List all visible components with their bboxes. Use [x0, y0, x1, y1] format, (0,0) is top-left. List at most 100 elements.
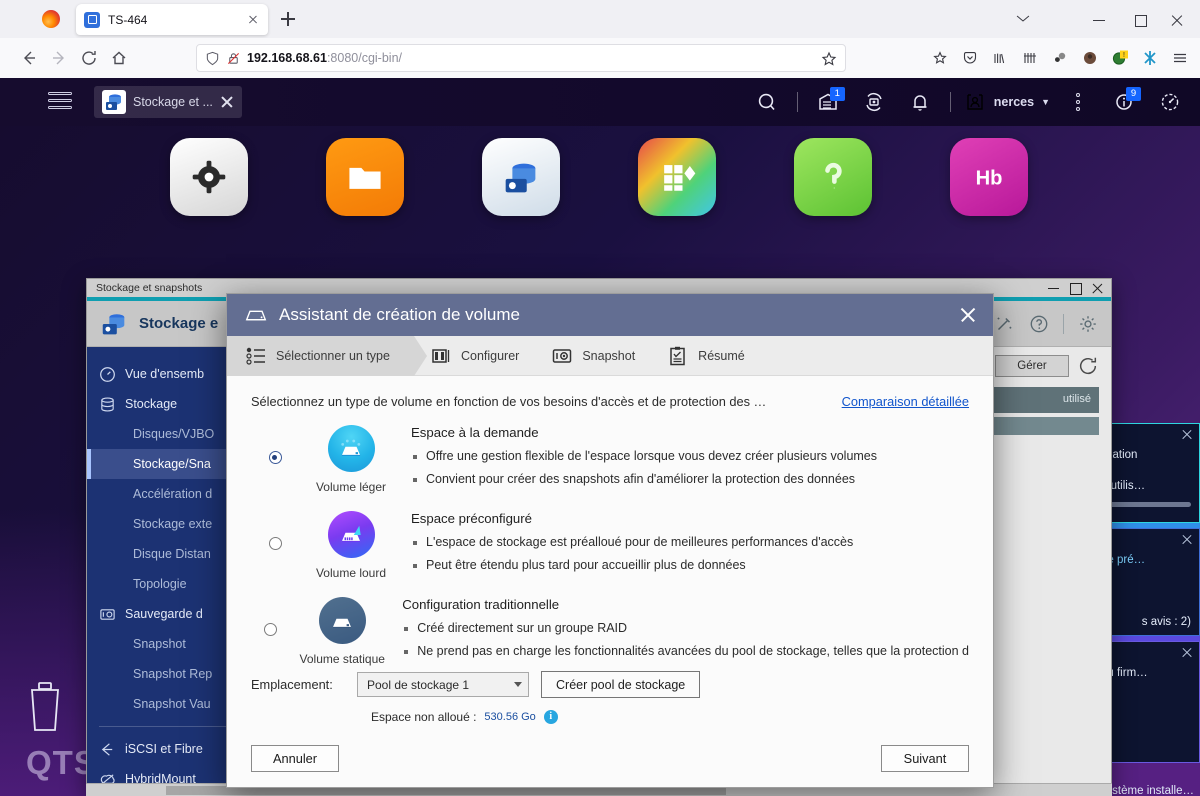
notification-text: allation [1101, 449, 1138, 461]
info-icon[interactable]: i [543, 710, 558, 724]
wizard-wand-icon[interactable] [993, 313, 1015, 335]
home-icon[interactable] [104, 43, 134, 73]
helpdesk-icon[interactable] [794, 138, 872, 216]
trash-icon[interactable] [24, 678, 66, 734]
radio-volume-leger[interactable] [268, 451, 282, 464]
backup-sync-icon[interactable] [852, 78, 896, 126]
storage-snapshots-icon[interactable] [482, 138, 560, 216]
close-icon[interactable] [1166, 9, 1188, 31]
volume-type-option-thick[interactable]: Volume lourd Espace préconfiguré L'espac… [251, 511, 969, 581]
wizard-step-snapshot[interactable]: Snapshot [535, 336, 651, 376]
sidebar-item-label: Stockage [125, 397, 178, 411]
hamburger-icon[interactable] [48, 92, 72, 112]
bookmark-star-icon[interactable] [926, 44, 954, 72]
app-center-icon[interactable] [638, 138, 716, 216]
next-button[interactable]: Suivant [881, 744, 969, 772]
wizard-step-label: Configurer [460, 348, 520, 363]
info-circle-icon[interactable]: 9 [1102, 78, 1146, 126]
snapshot-icon [99, 606, 116, 623]
settings-gear-icon[interactable] [1077, 313, 1099, 335]
globe-warning-icon[interactable]: ! [1106, 44, 1134, 72]
radio-volume-lourd[interactable] [268, 537, 282, 550]
svg-text:!: ! [1123, 52, 1125, 59]
divider [949, 92, 951, 112]
maximize-icon[interactable] [1129, 9, 1151, 31]
unallocated-value: 530.56 Go [484, 711, 536, 723]
close-icon[interactable] [1181, 534, 1193, 546]
close-icon[interactable] [957, 304, 979, 326]
refresh-icon[interactable] [1077, 355, 1099, 377]
molecule-icon[interactable] [1046, 44, 1074, 72]
close-icon[interactable] [244, 11, 262, 29]
volume-type-heading: Espace à la demande [411, 425, 539, 440]
volume-type-bullet: Peut être étendu plus tard pour accueill… [411, 558, 969, 572]
url-text: 192.168.68.61:8080/cgi-bin/ [247, 51, 403, 65]
pocket-icon[interactable] [956, 44, 984, 72]
bell-icon[interactable] [898, 78, 942, 126]
summary-clipboard-icon [667, 345, 689, 367]
radio-volume-statique[interactable] [264, 623, 278, 636]
control-panel-icon[interactable] [170, 138, 248, 216]
minimize-icon[interactable] [1088, 9, 1110, 31]
create-storage-pool-button[interactable]: Créer pool de stockage [541, 671, 701, 698]
browser-tab-title: TS-464 [108, 12, 148, 27]
puzzle-icon[interactable] [1136, 44, 1164, 72]
storage-pool-select[interactable]: Pool de stockage 1 [357, 672, 529, 697]
chevron-down-icon[interactable] [1012, 9, 1034, 31]
file-station-icon[interactable] [326, 138, 404, 216]
user-menu[interactable]: nerces ▼ [959, 90, 1054, 114]
reload-icon[interactable] [74, 43, 104, 73]
wizard-step-select-type[interactable]: Sélectionner un type [227, 335, 427, 376]
avatar-icon[interactable] [1076, 44, 1104, 72]
usage-label: utilisé [1062, 393, 1091, 405]
new-tab-button[interactable] [278, 9, 298, 29]
notification-text: du firm… [1101, 667, 1148, 679]
sidebar-item-label: Disques/VJBO [133, 427, 215, 441]
wizard-intro-row: Sélectionnez un type de volume en foncti… [251, 394, 969, 409]
help-circle-icon[interactable] [1028, 313, 1050, 335]
storage-icon [99, 396, 116, 413]
close-icon[interactable] [220, 95, 234, 109]
menu-icon[interactable] [1166, 44, 1194, 72]
shield-icon [206, 51, 219, 65]
hbs-icon[interactable]: Hb [950, 138, 1028, 216]
close-icon[interactable] [1181, 429, 1193, 441]
maximize-icon[interactable] [1070, 282, 1082, 295]
back-arrow-icon[interactable] [14, 43, 44, 73]
browser-tab[interactable]: TS-464 [76, 4, 268, 35]
caret-down-icon [514, 682, 522, 687]
wizard-step-label: Sélectionner un type [276, 348, 390, 363]
close-icon[interactable] [1092, 283, 1103, 294]
files-icon[interactable]: 1 [806, 78, 850, 126]
browser-extensions: ! [926, 44, 1194, 72]
divider [796, 92, 798, 112]
wizard-step-configure[interactable]: Configurer [414, 336, 535, 376]
forward-arrow-icon[interactable] [44, 43, 74, 73]
location-row: Emplacement: Pool de stockage 1 Créer po… [251, 671, 969, 698]
notification-text: de pré… [1101, 554, 1146, 566]
volume-type-option-static[interactable]: Volume statique Configuration traditionn… [251, 597, 969, 667]
ruler-icon[interactable] [1016, 44, 1044, 72]
qts-topbar: Stockage et ... 1 nerces ▼ 9 [0, 78, 1200, 126]
library-icon[interactable] [986, 44, 1014, 72]
sidebar-item-label: Stockage exte [133, 517, 213, 531]
minimize-icon[interactable] [1048, 283, 1059, 294]
volume-type-name: Volume léger [315, 480, 387, 494]
search-icon[interactable] [745, 78, 789, 126]
detailed-comparison-link[interactable]: Comparaison détaillée [842, 394, 969, 409]
sidebar-item-label: Sauvegarde d [125, 607, 203, 621]
close-icon[interactable] [1181, 647, 1193, 659]
volume-type-option-thin[interactable]: Volume léger Espace à la demande Offre u… [251, 425, 969, 495]
sidebar-item-label: Disque Distan [133, 547, 211, 561]
more-vertical-icon[interactable] [1056, 78, 1100, 126]
manage-button[interactable]: Gérer [995, 355, 1069, 377]
storage-app-icon [99, 309, 129, 339]
address-bar[interactable]: 192.168.68.61:8080/cgi-bin/ [196, 44, 846, 72]
qts-taskbar-tab-storage[interactable]: Stockage et ... [94, 86, 242, 118]
wizard-step-summary[interactable]: Résumé [651, 336, 761, 376]
cancel-button[interactable]: Annuler [251, 744, 339, 772]
volume-type-bullet: Créé directement sur un groupe RAID [402, 621, 969, 635]
dashboard-gauge-icon[interactable] [1148, 78, 1192, 126]
configure-icon [430, 345, 452, 367]
volume-type-name: Volume statique [299, 652, 385, 666]
